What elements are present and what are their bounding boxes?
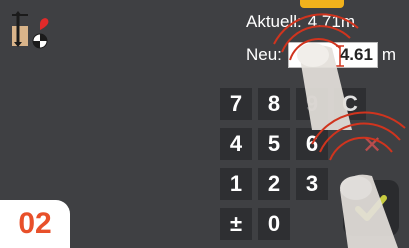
current-measurement: Aktuell: 4.71m — [246, 12, 355, 32]
new-value-field[interactable]: 4.61 — [287, 42, 378, 68]
check-icon — [355, 195, 387, 221]
key-0[interactable]: 0 — [258, 208, 290, 240]
step-number: 02 — [18, 207, 52, 240]
confirm-button[interactable] — [343, 180, 399, 236]
new-label: Neu: — [246, 45, 282, 64]
height-measure-icon[interactable] — [10, 10, 52, 50]
new-unit: m — [381, 45, 397, 64]
current-label: Aktuell: — [246, 12, 302, 31]
key-9[interactable]: 9 — [296, 88, 328, 120]
step-number-badge: 02 — [0, 200, 70, 248]
cancel-button[interactable]: ✕ — [349, 128, 395, 162]
key-7[interactable]: 7 — [220, 88, 252, 120]
text-cursor-icon — [335, 45, 344, 67]
key-2[interactable]: 2 — [258, 168, 290, 200]
key-5[interactable]: 5 — [258, 128, 290, 160]
close-icon: ✕ — [361, 131, 383, 159]
key-1[interactable]: 1 — [220, 168, 252, 200]
key-clear[interactable]: C — [334, 88, 366, 120]
current-value: 4.71m — [307, 12, 355, 31]
top-tab-indicator — [300, 0, 344, 8]
key-3[interactable]: 3 — [296, 168, 328, 200]
new-measurement-row: Neu: 4.61 m — [246, 42, 396, 68]
key-6[interactable]: 6 — [296, 128, 328, 160]
key-plus-minus[interactable]: ± — [220, 208, 252, 240]
key-8[interactable]: 8 — [258, 88, 290, 120]
key-4[interactable]: 4 — [220, 128, 252, 160]
